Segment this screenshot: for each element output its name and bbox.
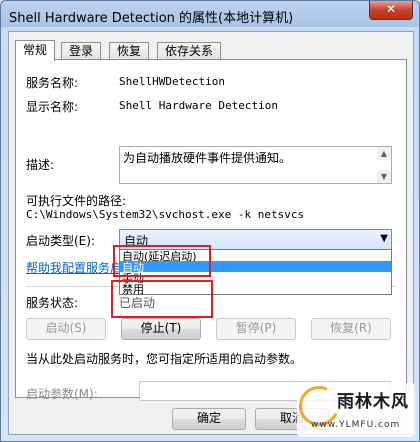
tab-general[interactable]: 常规	[15, 40, 56, 61]
option-manual[interactable]: 手动	[120, 272, 391, 285]
help-configure-link[interactable]: 帮助我配置服务启动	[26, 259, 134, 276]
startup-type-select[interactable]: 自动 ▼	[119, 229, 392, 250]
general-panel: 服务名称: ShellHWDetection 显示名称: Shell Hardw…	[15, 59, 407, 401]
tab-recovery[interactable]: 恢复	[109, 42, 150, 60]
scroll-down-icon[interactable]: ▼	[377, 170, 391, 183]
tab-logon[interactable]: 登录	[61, 42, 102, 60]
close-icon: ✕	[385, 2, 397, 16]
status-label: 服务状态:	[26, 296, 79, 310]
watermark: 雨林木风 www.YLMFU.com	[293, 380, 415, 437]
close-button[interactable]: ✕	[369, 1, 413, 20]
title-bar[interactable]: Shell Hardware Detection 的属性(本地计算机) ✕	[1, 1, 419, 29]
tab-dependencies[interactable]: 依存关系	[157, 42, 222, 60]
display-name-value: Shell Hardware Detection	[119, 99, 278, 112]
pause-button[interactable]: 暂停(P)	[216, 318, 296, 340]
display-name-label: 显示名称:	[26, 100, 79, 114]
stop-button[interactable]: 停止(T)	[121, 318, 201, 340]
properties-window: Shell Hardware Detection 的属性(本地计算机) ✕ 常规…	[0, 0, 420, 442]
ok-button[interactable]: 确定	[172, 408, 246, 430]
startup-type-label: 启动类型(E):	[26, 234, 95, 248]
watermark-brand: 雨林木风	[337, 392, 409, 412]
option-auto[interactable]: 自动	[120, 261, 391, 274]
start-params-hint: 当从此处启动服务时，您可指定所适用的启动参数。	[26, 352, 303, 366]
scroll-up-icon[interactable]: ▲	[377, 147, 391, 160]
service-name-value: ShellHWDetection	[119, 75, 225, 88]
service-name-label: 服务名称:	[26, 76, 79, 90]
description-label: 描述:	[26, 158, 55, 172]
dialog-client: 常规 登录 恢复 依存关系 服务名称: ShellHWDetection 显示名…	[8, 31, 414, 435]
startup-type-value: 自动	[124, 234, 149, 248]
window-title: Shell Hardware Detection 的属性(本地计算机)	[9, 11, 294, 26]
option-disabled[interactable]: 禁用	[120, 283, 391, 296]
chevron-down-icon: ▼	[380, 233, 388, 244]
watermark-url: www.YLMFU.com	[311, 420, 401, 430]
start-button[interactable]: 启动(S)	[26, 318, 106, 340]
resume-button[interactable]: 恢复(R)	[311, 318, 391, 340]
description-box[interactable]: 为自动播放硬件事件提供通知。 ▲ ▼	[119, 146, 392, 184]
start-params-label: 启动参数(M):	[26, 387, 98, 401]
path-label: 可执行文件的路径:	[26, 194, 127, 208]
path-value: C:\Windows\System32\svchost.exe -k netsv…	[26, 208, 305, 221]
description-text: 为自动播放硬件事件提供通知。	[123, 151, 292, 165]
startup-type-dropdown: 自动(延迟启动) 自动 手动 禁用	[119, 249, 392, 296]
option-auto-delayed[interactable]: 自动(延迟启动)	[120, 250, 391, 263]
